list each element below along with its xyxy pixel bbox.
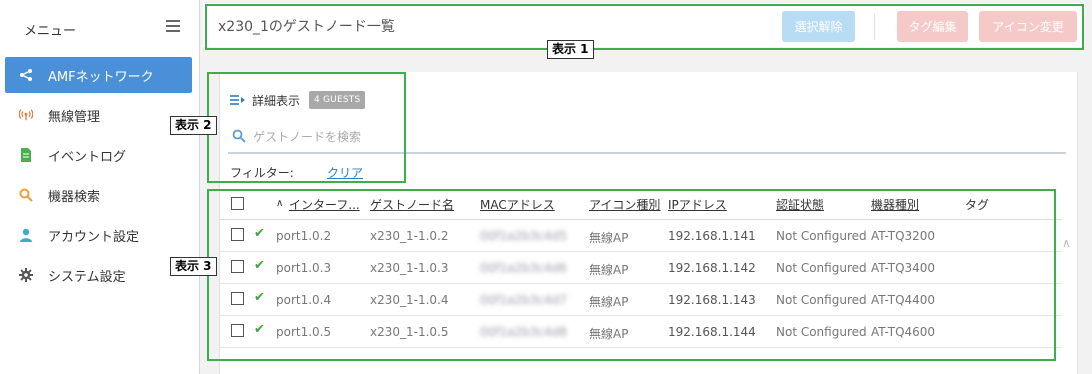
- annotation-label-2: 表示 2: [170, 116, 217, 135]
- sidebar-item-account-settings[interactable]: アカウント設定: [5, 217, 192, 253]
- annotation-label-3: 表示 3: [170, 257, 217, 276]
- sidebar-item-amf-network[interactable]: AMFネットワーク: [5, 57, 192, 93]
- sidebar-item-wireless[interactable]: 無線管理: [5, 97, 192, 133]
- menu-heading: メニュー: [24, 24, 77, 39]
- share-icon: [19, 68, 33, 82]
- sidebar-item-label: アカウント設定: [48, 229, 140, 245]
- sidebar-item-label: 機器検索: [48, 189, 101, 205]
- sidebar-item-event-log[interactable]: イベントログ: [5, 137, 192, 173]
- annotation-box-2: [207, 72, 406, 183]
- gear-icon: [19, 268, 33, 282]
- annotation-label-1: 表示 1: [547, 40, 594, 59]
- sidebar-item-label: 無線管理: [48, 109, 101, 125]
- sidebar-item-system-settings[interactable]: システム設定: [5, 257, 192, 293]
- annotation-box-1: [205, 4, 1084, 50]
- sidebar: メニュー AMFネットワーク 無線管理 イベントログ 機器検索 アカウント設定: [0, 0, 200, 374]
- user-icon: [19, 228, 33, 242]
- wireless-icon: [19, 108, 33, 122]
- sidebar-item-label: イベントログ: [48, 149, 127, 165]
- document-icon: [19, 148, 33, 162]
- sidebar-item-device-search[interactable]: 機器検索: [5, 177, 192, 213]
- hamburger-menu-icon[interactable]: [166, 20, 180, 32]
- sidebar-item-label: AMFネットワーク: [48, 69, 154, 85]
- scroll-up-icon[interactable]: ∧: [1062, 236, 1071, 250]
- annotation-box-3: [207, 189, 1056, 361]
- search-icon: [19, 188, 33, 202]
- sidebar-item-label: システム設定: [48, 269, 126, 285]
